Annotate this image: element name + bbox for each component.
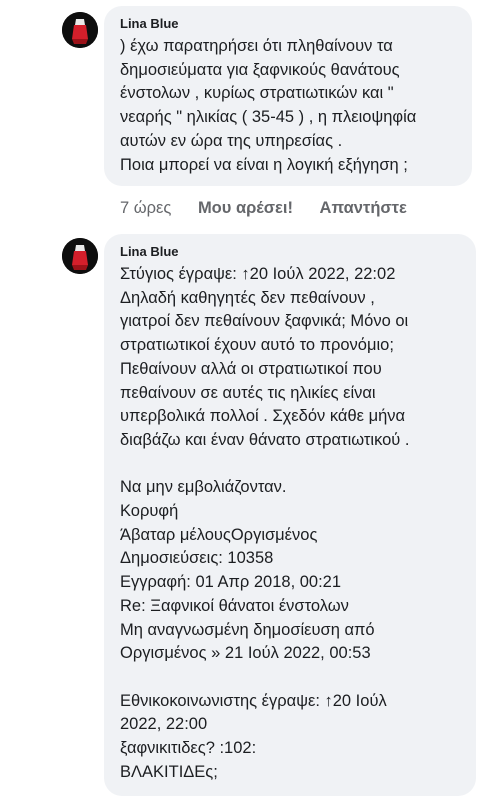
comment-line: δημοσιεύματα για ξαφνικούς θανάτους bbox=[120, 60, 400, 79]
comment-line: υπερβολικά πολλοί . Σχεδόν κάθε μήνα bbox=[120, 407, 406, 426]
comment-line: ξαφνικιτιδες? :102: bbox=[120, 739, 257, 758]
comment-line: Μη αναγνωσμένη δημοσίευση από bbox=[120, 620, 375, 639]
avatar[interactable] bbox=[62, 12, 98, 48]
comment-line: Δημοσιεύσεις: 10358 bbox=[120, 549, 274, 568]
comment-line: Πεθαίνουν αλλά οι στρατιωτικοί που bbox=[120, 359, 382, 378]
comment-line: Ποια μπορεί να είναι η λογική εξήγηση ; bbox=[120, 155, 408, 174]
comment-line: πεθαίνουν σε αυτές τις ηλικίες είναι bbox=[120, 383, 376, 402]
comment-line: Να μην εμβολιάζονταν. bbox=[120, 478, 287, 497]
comment-line: ) έχω παρατηρήσει ότι πληθαίνουν τα bbox=[120, 37, 393, 55]
comment-line: Re: Ξαφνικοί θάνατοι ένστολων bbox=[120, 596, 349, 615]
avatar-image bbox=[62, 12, 98, 48]
comment-line: στρατιωτικοί έχουν αυτό το προνόμιο; bbox=[120, 336, 394, 355]
comment-line: Στύγιος έγραψε: ↑20 Ιούλ 2022, 22:02 bbox=[120, 265, 396, 283]
avatar-image bbox=[62, 238, 98, 274]
comment-bubble: Lina Blue Στύγιος έγραψε: ↑20 Ιούλ 2022,… bbox=[104, 234, 476, 796]
comment-author[interactable]: Lina Blue bbox=[120, 244, 464, 260]
comment-line: Οργισμένος » 21 Ιούλ 2022, 00:53 bbox=[120, 644, 371, 663]
comment-line: Κορυφή bbox=[120, 502, 179, 521]
comment-line: διαβάζω και έναν θάνατο στρατιωτικού . bbox=[120, 430, 410, 449]
comment-line: Εθνικοκοινωνιστης έγραψε: ↑20 Ιούλ bbox=[120, 691, 387, 710]
comment-line: Εγγραφή: 01 Απρ 2018, 00:21 bbox=[120, 573, 342, 592]
comment-actions: 7 ώρες Μου αρέσει! Απαντήστε bbox=[120, 198, 429, 218]
comment-line: νεαρής " ηλικίας ( 35-45 ) , η πλειοψηφί… bbox=[120, 108, 417, 127]
comment-line: γιατροί δεν πεθαίνουν ξαφνικά; Μόνο οι bbox=[120, 312, 409, 331]
comment-timestamp[interactable]: 7 ώρες bbox=[120, 198, 171, 218]
like-button[interactable]: Μου αρέσει! bbox=[198, 198, 293, 218]
comment-line: ένστολων , κυρίως στρατιωτικών και " bbox=[120, 84, 394, 103]
comment-line: Άβαταρ μέλουςΟργισμένος bbox=[120, 525, 318, 544]
comment-line: ΒΛΑΚΙΤΙΔΕς; bbox=[120, 762, 218, 781]
comment-line: Δηλαδή καθηγητές δεν πεθαίνουν , bbox=[120, 288, 375, 307]
comment-body: Στύγιος έγραψε: ↑20 Ιούλ 2022, 22:02 Δηλ… bbox=[120, 263, 464, 784]
comment-line: 2022, 22:00 bbox=[120, 715, 208, 734]
avatar[interactable] bbox=[62, 238, 98, 274]
comment-bubble: Lina Blue ) έχω παρατηρήσει ότι πληθαίνο… bbox=[104, 6, 472, 186]
comment-body: ) έχω παρατηρήσει ότι πληθαίνουν τα δημο… bbox=[120, 35, 460, 177]
reply-button[interactable]: Απαντήστε bbox=[320, 198, 407, 218]
comment-line: αυτών εν ώρα της υπηρεσίας . bbox=[120, 131, 343, 150]
comment-author[interactable]: Lina Blue bbox=[120, 16, 460, 32]
